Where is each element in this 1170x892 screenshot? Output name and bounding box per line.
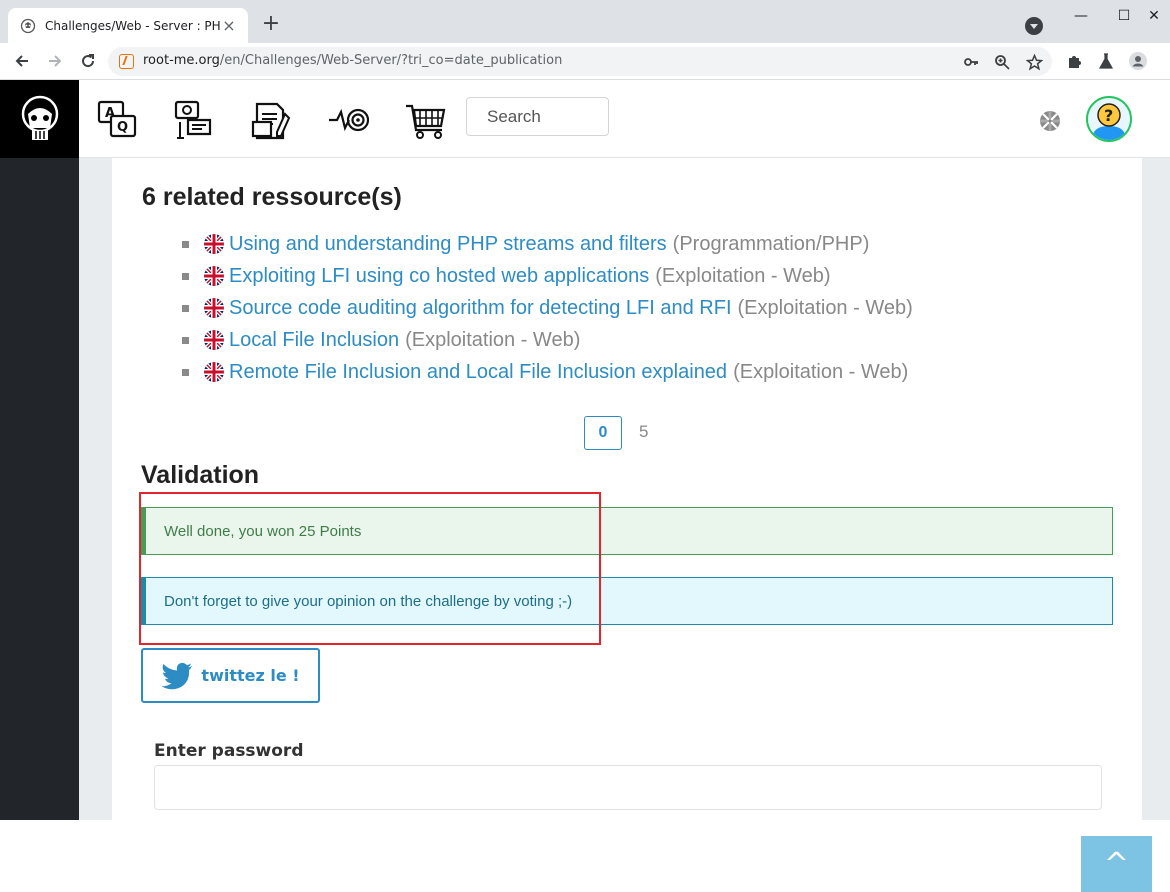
resource-link[interactable]: Using and understanding PHP streams and … xyxy=(229,233,667,256)
browser-toolbar: root-me.org/en/Challenges/Web-Server/?tr… xyxy=(0,43,1170,80)
resource-category: (Exploitation - Web) xyxy=(405,328,581,351)
password-label: Enter password xyxy=(154,741,304,761)
back-to-top-button[interactable]: ^ xyxy=(1081,836,1152,892)
avatar-question-icon: ? xyxy=(1092,103,1126,140)
uk-flag-icon xyxy=(204,362,224,382)
language-flag-icon[interactable] xyxy=(1039,110,1061,132)
documentation-icon[interactable] xyxy=(249,98,293,142)
resource-link[interactable]: Remote File Inclusion and Local File Inc… xyxy=(229,361,727,384)
back-arrow-icon xyxy=(15,55,28,67)
password-input[interactable] xyxy=(154,765,1102,810)
success-alert: Well done, you won 25 Points xyxy=(141,507,1113,555)
resource-item: Source code auditing algorithm for detec… xyxy=(182,292,913,324)
svg-text:A: A xyxy=(105,106,115,121)
tab-close-icon[interactable]: × xyxy=(220,16,238,35)
left-sidebar xyxy=(0,158,79,820)
resource-link[interactable]: Source code auditing algorithm for detec… xyxy=(229,297,732,320)
resource-link[interactable]: Exploiting LFI using co hosted web appli… xyxy=(229,265,649,288)
svg-text:?: ? xyxy=(1104,106,1113,125)
list-bullet xyxy=(182,305,189,312)
uk-flag-icon xyxy=(204,234,224,254)
site-top-nav: A Q Search ? xyxy=(79,80,1170,158)
resources-list: Using and understanding PHP streams and … xyxy=(182,228,913,388)
address-bar[interactable]: root-me.org/en/Challenges/Web-Server/?tr… xyxy=(108,47,1052,76)
resource-category: (Exploitation - Web) xyxy=(737,296,913,319)
skull-logo-icon xyxy=(21,95,58,140)
shop-cart-icon[interactable] xyxy=(404,98,448,142)
site-page: A Q Search ? 6 related ressource(s) Usin… xyxy=(0,80,1170,892)
browser-tab-bar: Challenges/Web - Server : PHP × + — ☐ ✕ xyxy=(0,0,1170,43)
uk-flag-icon xyxy=(204,298,224,318)
user-avatar[interactable]: ? xyxy=(1086,96,1132,142)
info-alert: Don't forget to give your opinion on the… xyxy=(141,577,1113,625)
list-bullet xyxy=(182,337,189,344)
svg-text:Q: Q xyxy=(117,120,128,135)
list-bullet xyxy=(182,369,189,376)
pagination-current-page[interactable]: 0 xyxy=(584,416,622,450)
challenges-target-icon[interactable] xyxy=(327,98,371,142)
validation-heading: Validation xyxy=(141,461,260,489)
uk-flag-icon xyxy=(204,266,224,286)
twitter-bird-icon xyxy=(161,662,193,689)
close-window-button[interactable]: ✕ xyxy=(1142,6,1166,26)
tab-search-icon[interactable] xyxy=(1025,17,1043,35)
info-message: Don't forget to give your opinion on the… xyxy=(164,592,573,610)
url-host: root-me.org xyxy=(143,53,220,68)
community-icon[interactable] xyxy=(172,98,216,142)
uk-flag-icon xyxy=(204,330,224,350)
resource-category: (Exploitation - Web) xyxy=(655,264,831,287)
back-button[interactable] xyxy=(10,49,34,73)
resource-item: Local File Inclusion (Exploitation - Web) xyxy=(182,324,913,356)
forward-button[interactable] xyxy=(43,49,67,73)
root-me-favicon-icon xyxy=(20,18,36,33)
resource-item: Exploiting LFI using co hosted web appli… xyxy=(182,260,913,292)
resources-heading: 6 related ressource(s) xyxy=(142,183,402,211)
labs-flask-icon[interactable] xyxy=(1095,50,1117,72)
browser-tab-active[interactable]: Challenges/Web - Server : PHP × xyxy=(8,8,248,43)
list-bullet xyxy=(182,241,189,248)
tab-title: Challenges/Web - Server : PHP xyxy=(45,18,220,33)
new-tab-button[interactable]: + xyxy=(260,13,282,35)
url-path: /en/Challenges/Web-Server/?tri_co=date_p… xyxy=(219,53,563,68)
resource-item: Remote File Inclusion and Local File Inc… xyxy=(182,356,913,388)
reload-button[interactable] xyxy=(76,49,100,73)
resource-category: (Exploitation - Web) xyxy=(733,360,909,383)
extensions-puzzle-icon[interactable] xyxy=(1064,50,1086,72)
list-bullet xyxy=(182,273,189,280)
site-search-input[interactable] xyxy=(466,97,609,136)
tweet-button-label: twittez le ! xyxy=(201,666,300,685)
site-info-icon[interactable] xyxy=(119,54,134,69)
zoom-icon[interactable] xyxy=(992,52,1012,72)
url-text[interactable]: root-me.org/en/Challenges/Web-Server/?tr… xyxy=(143,53,562,68)
main-content: 6 related ressource(s) Using and underst… xyxy=(112,158,1142,820)
resource-link[interactable]: Local File Inclusion xyxy=(229,329,399,352)
key-icon[interactable] xyxy=(961,52,981,72)
success-message: Well done, you won 25 Points xyxy=(164,522,362,540)
bookmark-star-icon[interactable] xyxy=(1024,52,1044,72)
maximize-button[interactable]: ☐ xyxy=(1112,6,1136,26)
profile-icon[interactable] xyxy=(1127,50,1149,72)
tweet-button[interactable]: twittez le ! xyxy=(141,648,320,703)
pagination-next-page[interactable]: 5 xyxy=(639,422,648,442)
root-me-logo[interactable] xyxy=(0,80,79,158)
minimize-button[interactable]: — xyxy=(1069,6,1093,26)
resource-category: (Programmation/PHP) xyxy=(672,232,870,255)
reload-icon xyxy=(82,54,95,68)
forward-arrow-icon xyxy=(49,55,62,67)
resource-item: Using and understanding PHP streams and … xyxy=(182,228,913,260)
faq-icon[interactable]: A Q xyxy=(95,98,139,142)
